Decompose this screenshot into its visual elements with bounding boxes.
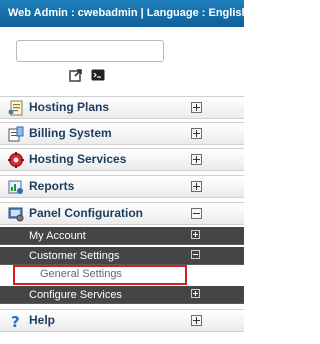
menu-item-label: Reports: [29, 179, 75, 193]
services-gear-icon: [8, 152, 24, 168]
submenu-item-configure-services[interactable]: Configure Services: [0, 286, 244, 304]
expand-plus-icon[interactable]: [191, 289, 200, 298]
menu-item-label: Hosting Services: [29, 152, 127, 166]
header-title: Web Admin : cwebadmin | Language : Engli…: [8, 7, 244, 19]
submenu-item-customer-settings[interactable]: Customer Settings: [0, 247, 244, 265]
menu-item-hosting-services[interactable]: Hosting Services: [0, 148, 244, 171]
menu-item-billing-system[interactable]: Billing System: [0, 122, 244, 145]
collapse-minus-icon[interactable]: [191, 208, 202, 219]
menu-item-label: Billing System: [29, 126, 112, 140]
billing-icon: [8, 126, 24, 142]
collapse-minus-icon[interactable]: [191, 250, 200, 259]
menu-item-help[interactable]: ? Help: [0, 309, 244, 332]
help-icon: ?: [8, 313, 24, 331]
submenu-item-label: Configure Services: [29, 289, 122, 301]
submenu-item-my-account[interactable]: My Account: [0, 227, 244, 245]
expand-plus-icon[interactable]: [191, 315, 202, 326]
submenu-item-label: Customer Settings: [29, 250, 120, 262]
svg-text:?: ?: [11, 313, 20, 329]
expand-plus-icon[interactable]: [191, 181, 202, 192]
selection-highlight: [13, 265, 187, 285]
top-bar: Web Admin : cwebadmin | Language : Engli…: [0, 0, 244, 27]
external-link-icon[interactable]: [69, 68, 83, 82]
expand-plus-icon[interactable]: [191, 128, 202, 139]
panel-configuration-icon: [8, 206, 24, 222]
expand-plus-icon[interactable]: [191, 154, 202, 165]
menu-item-label: Help: [29, 313, 56, 327]
menu-item-reports[interactable]: Reports: [0, 175, 244, 198]
reports-icon: [8, 179, 24, 195]
menu-item-label: Hosting Plans: [29, 100, 110, 114]
expand-plus-icon[interactable]: [191, 102, 202, 113]
menu-item-hosting-plans[interactable]: Hosting Plans: [0, 96, 244, 119]
menu-item-panel-configuration[interactable]: Panel Configuration: [0, 202, 244, 225]
menu-item-label: Panel Configuration: [29, 206, 143, 220]
search-input[interactable]: [16, 40, 164, 62]
terminal-icon[interactable]: [91, 68, 105, 82]
submenu-item-label: My Account: [29, 230, 86, 242]
expand-plus-icon[interactable]: [191, 230, 200, 239]
hosting-plans-icon: [8, 100, 24, 116]
